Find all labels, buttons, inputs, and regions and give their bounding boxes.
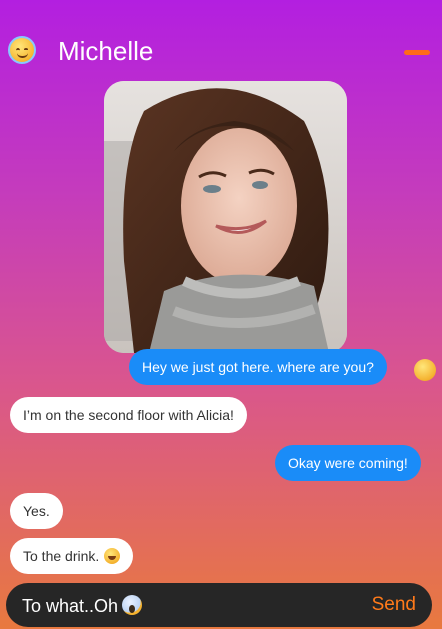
- face-screaming-in-fear-icon: [122, 595, 143, 615]
- contact-name[interactable]: Michelle: [58, 36, 153, 66]
- face-with-open-mouth-icon: [414, 359, 436, 381]
- message-text: To the drink.: [23, 548, 100, 564]
- message-bubble-incoming[interactable]: Yes.: [10, 493, 63, 529]
- menu-dash-icon[interactable]: [404, 50, 430, 55]
- message-text: Okay were coming!: [288, 455, 408, 471]
- shared-photo[interactable]: [104, 81, 347, 353]
- message-text: Hey we just got here. where are you?: [142, 359, 374, 375]
- message-bubble-incoming[interactable]: I’m on the second floor with Alicia!: [10, 397, 247, 433]
- message-input-value: To what..Oh: [22, 596, 119, 616]
- message-text: Yes.: [23, 503, 50, 519]
- send-button[interactable]: Send: [372, 594, 416, 616]
- chat-header: Michelle: [0, 0, 442, 80]
- message-bubble-outgoing[interactable]: Okay were coming!: [275, 445, 421, 481]
- smiling-face-with-halo-icon[interactable]: [8, 36, 36, 64]
- message-bubble-outgoing[interactable]: Hey we just got here. where are you?: [129, 349, 387, 385]
- message-input[interactable]: To what..Oh: [22, 595, 143, 617]
- message-composer[interactable]: To what..Oh Send: [6, 583, 432, 627]
- message-bubble-incoming[interactable]: To the drink.: [10, 538, 134, 574]
- message-text: I’m on the second floor with Alicia!: [23, 407, 234, 423]
- grinning-squinting-face-icon: [104, 548, 121, 564]
